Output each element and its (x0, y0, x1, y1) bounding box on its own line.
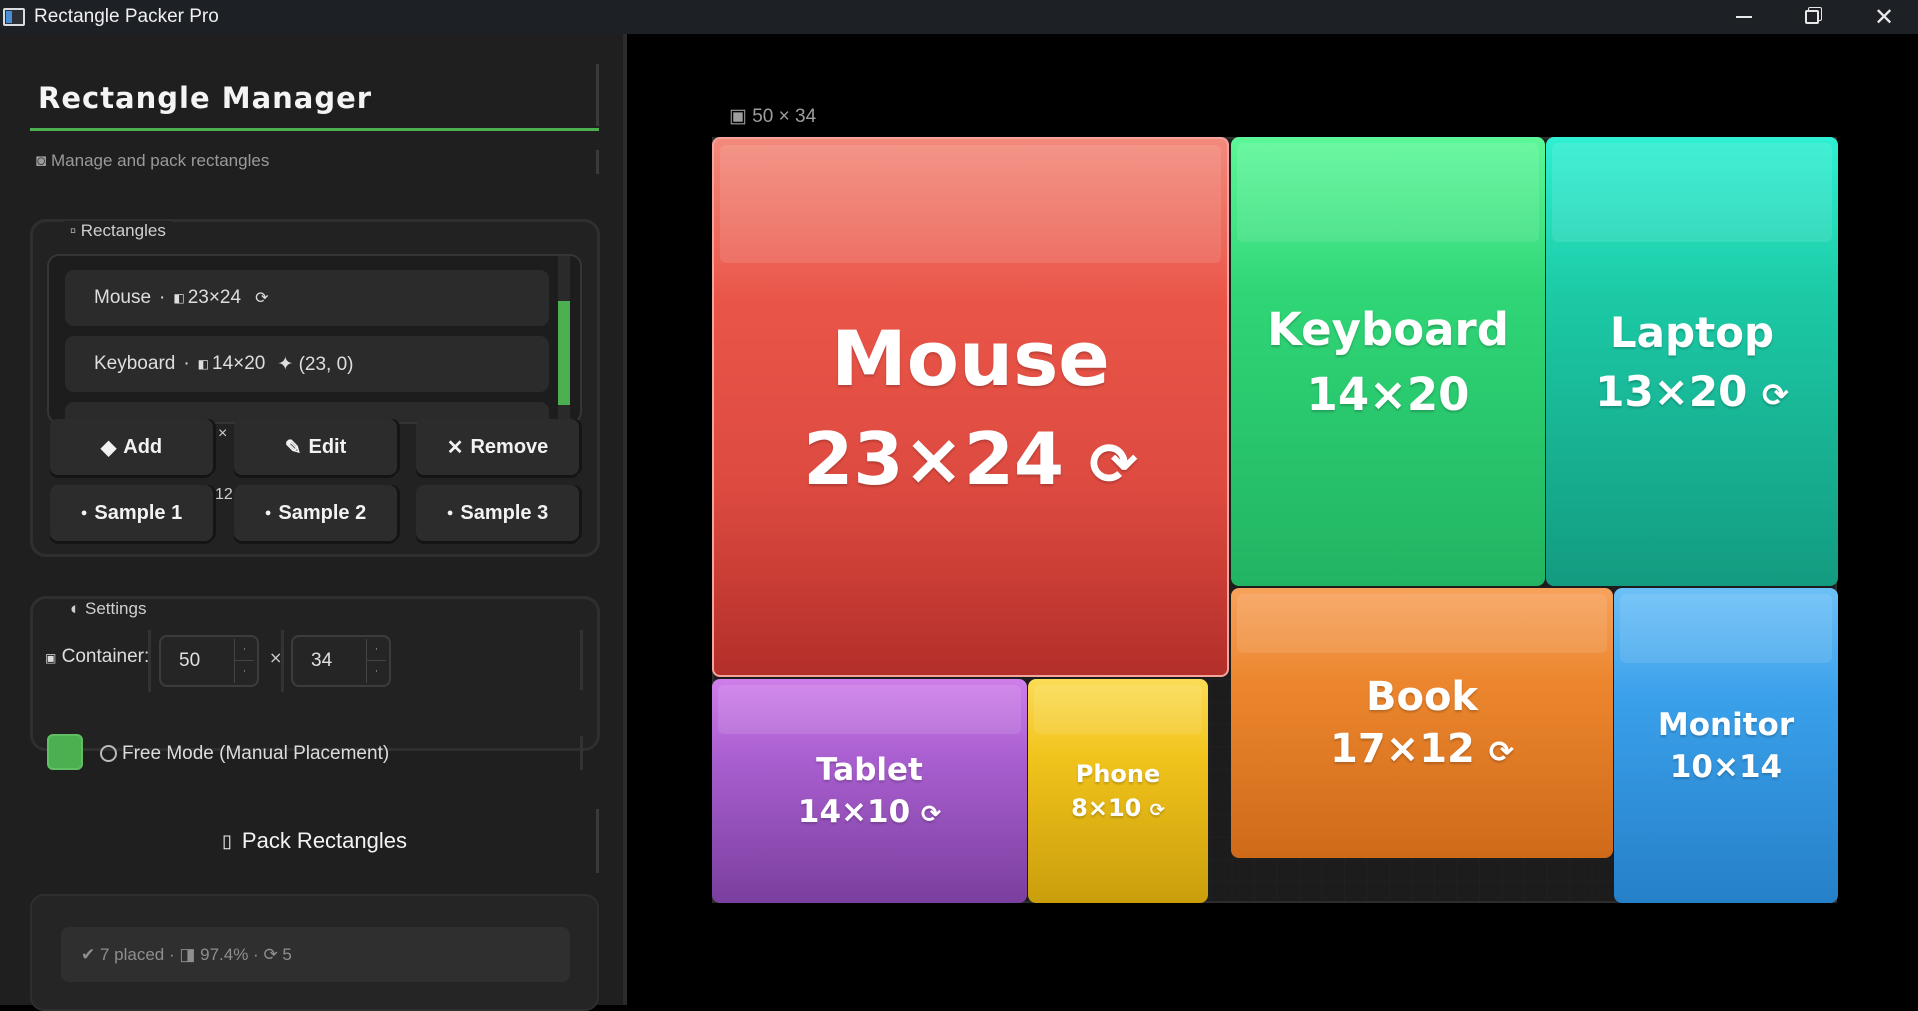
rect-name: Tablet (816, 752, 923, 788)
rect-phone[interactable]: Phone 8×10 ⟳ (1028, 679, 1208, 903)
restore-icon (1805, 10, 1819, 24)
list-item[interactable]: Keyboard · ◧ 14×20 ✦ (23, 0) (65, 336, 549, 392)
manager-title: Rectangle Manager (38, 81, 373, 115)
label-divider (148, 630, 151, 692)
settings-divider (580, 736, 583, 770)
rect-dims: 17×12 ⟳ (1330, 726, 1514, 772)
container-width-value: 50 (179, 650, 201, 671)
spin-divider (281, 630, 284, 692)
container-height-spinbox[interactable]: 34 · · (291, 635, 391, 687)
edit-button[interactable]: ✎ Edit (234, 419, 397, 475)
container-height-value: 34 (311, 650, 333, 671)
add-button[interactable]: ◆ Add (50, 419, 213, 475)
increment-button[interactable]: · (235, 639, 254, 661)
rotated-icon: ⟳ (1149, 800, 1165, 821)
rect-dims: 10×14 (1669, 748, 1783, 785)
list-scrollbar-thumb[interactable] (558, 301, 570, 405)
subtitle-divider (596, 150, 599, 174)
decrement-button[interactable]: · (367, 661, 386, 683)
rect-dims: 8×10 ⟳ (1071, 794, 1165, 822)
rotated-icon: ⟳ (1761, 375, 1789, 414)
window-title: Rectangle Packer Pro (34, 6, 219, 27)
size-icon: ◧ (173, 291, 185, 305)
bullet-icon: ● (446, 507, 454, 519)
position-text: ✦ (23, 0) (277, 353, 354, 375)
title-bar: Rectangle Packer Pro ✕ (0, 0, 1918, 34)
list-item[interactable]: Mouse · ◧ 23×24 ⟳ (65, 270, 549, 326)
settings-group-title: ◐ Settings (64, 599, 153, 619)
rectangles-icon: ▫ (70, 221, 77, 240)
container-icon: ▣ (45, 651, 57, 665)
rotated-icon: ⟳ (1488, 735, 1514, 770)
minimize-icon (1736, 16, 1752, 18)
overflow-text: × (218, 425, 228, 442)
overflow-text: 12 (215, 486, 233, 503)
subtitle-icon: ◙ (36, 151, 47, 170)
decrement-button[interactable]: · (235, 661, 254, 683)
rect-name: Monitor (1657, 706, 1795, 743)
rect-dims: 13×20 ⟳ (1595, 366, 1789, 416)
rect-name: Laptop (1609, 307, 1775, 357)
rect-name: Phone (1075, 760, 1161, 788)
free-mode-label[interactable]: Free Mode (Manual Placement) (122, 743, 389, 765)
height-stepper: · · (366, 639, 386, 683)
container-width-spinbox[interactable]: 50 · · (159, 635, 259, 687)
sample-3-button[interactable]: ● Sample 3 (416, 485, 579, 541)
close-button[interactable]: ✕ (1850, 0, 1918, 34)
settings-divider (580, 630, 583, 690)
sample-1-button[interactable]: ● Sample 1 (50, 485, 213, 541)
rect-book[interactable]: Book 17×12 ⟳ (1231, 588, 1613, 858)
rotated-icon: ⟳ (255, 290, 269, 307)
diamond-icon: ◆ (100, 436, 117, 459)
pencil-icon: ✎ (284, 436, 302, 459)
rect-keyboard[interactable]: Keyboard 14×20 (1231, 137, 1545, 586)
free-mode-radio[interactable] (100, 745, 117, 762)
size-icon: ◧ (197, 357, 210, 371)
sidebar: Rectangle Manager ◙ Manage and pack rect… (0, 34, 627, 1011)
sample-2-button[interactable]: ● Sample 2 (234, 485, 397, 541)
status-panel: ✔ 7 placed · ◨ 97.4% · ⟳ 5 (30, 894, 599, 1011)
subtitle: ◙ Manage and pack rectangles (36, 151, 269, 171)
rect-name: Book (1365, 674, 1479, 720)
status-text: ✔ 7 placed · ◨ 97.4% · ⟳ 5 (61, 927, 570, 982)
rect-dims: 23×24 ⟳ (803, 416, 1138, 501)
minimize-button[interactable] (1710, 0, 1778, 34)
title-divider (596, 64, 599, 126)
rect-tablet[interactable]: Tablet 14×10 ⟳ (712, 679, 1027, 903)
rect-mouse[interactable]: Mouse 23×24 ⟳ (712, 137, 1229, 677)
subtitle-text: Manage and pack rectangles (51, 151, 270, 170)
rectangles-list[interactable]: Mouse · ◧ 23×24 ⟳ Keyboard · ◧ 14×20 ✦ (… (47, 254, 582, 424)
rect-monitor[interactable]: Monitor 10×14 (1614, 588, 1838, 903)
accent-color-swatch[interactable] (47, 734, 83, 770)
container-label: ▣ Container: (45, 646, 150, 667)
restore-button[interactable] (1778, 0, 1846, 34)
bullet-icon: ● (80, 507, 88, 519)
rect-dims: 14×10 ⟳ (797, 794, 942, 830)
pack-divider (596, 809, 599, 873)
bullet-icon: ● (264, 507, 272, 519)
app-icon (3, 8, 25, 26)
rect-name: Keyboard (1267, 302, 1509, 356)
pack-rectangles-button[interactable]: ▯ Pack Rectangles (30, 805, 599, 877)
settings-icon: ◐ (70, 599, 81, 618)
width-stepper: · · (234, 639, 254, 683)
rotated-icon: ⟳ (1089, 429, 1138, 498)
title-underline (30, 128, 599, 131)
pack-icon: ▯ (222, 830, 232, 851)
rect-laptop[interactable]: Laptop 13×20 ⟳ (1546, 137, 1838, 586)
close-icon: ✕ (1873, 3, 1895, 31)
remove-button[interactable]: ✕ Remove (416, 419, 579, 475)
rotated-icon: ⟳ (920, 800, 942, 828)
close-icon: ✕ (446, 436, 464, 459)
increment-button[interactable]: · (367, 639, 386, 661)
container-size-label: ▣ 50 × 34 (729, 106, 817, 127)
rectangles-group-title: ▫ Rectangles (64, 221, 172, 241)
rect-name: Mouse (831, 313, 1110, 403)
rect-dims: 14×20 (1306, 367, 1470, 421)
